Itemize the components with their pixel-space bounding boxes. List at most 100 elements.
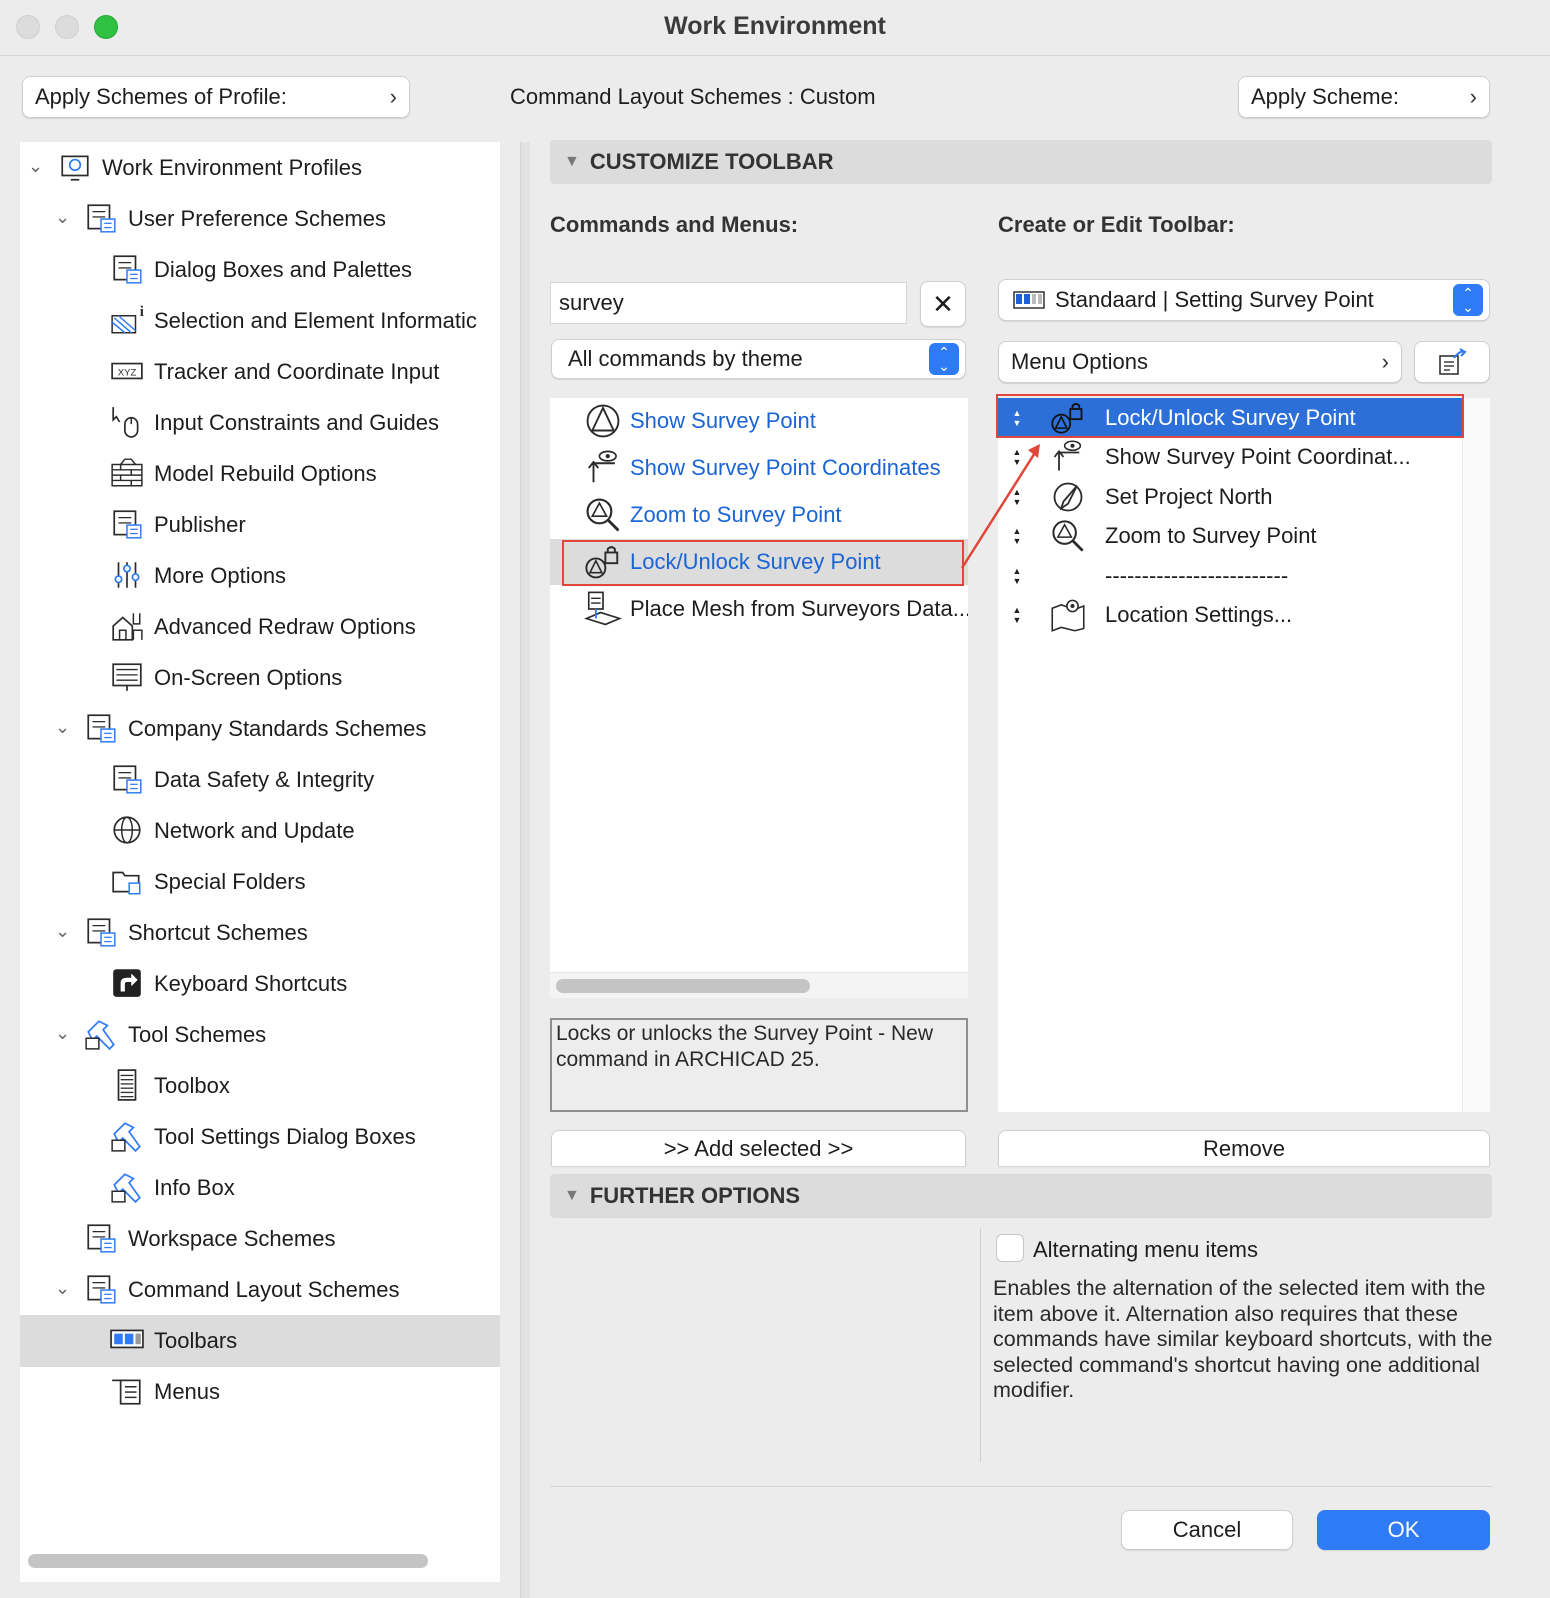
toolbar-icon <box>110 1323 144 1357</box>
add-selected-button[interactable]: >> Add selected >> <box>551 1130 966 1166</box>
command-description: Locks or unlocks the Survey Point - New … <box>550 1018 968 1112</box>
command-layout-icon <box>84 1272 118 1306</box>
menu-options-button[interactable]: Menu Options › <box>998 341 1402 383</box>
toolbar-item[interactable]: ▲ ▼ Set Project North <box>998 477 1468 517</box>
tree-item-tracker-and-coordinate-input[interactable]: XYZ Tracker and Coordinate Input <box>20 346 500 398</box>
tree-item-shortcut-schemes[interactable]: ⌄ Shortcut Schemes <box>20 907 500 959</box>
chevron-down-icon[interactable]: ⌄ <box>28 157 44 175</box>
footer-separator <box>550 1486 1492 1487</box>
tree-item-on-screen-options[interactable]: On-Screen Options <box>20 652 500 704</box>
workspace-icon <box>84 1221 118 1255</box>
tree-item-label: Work Environment Profiles <box>102 155 363 180</box>
publisher-icon <box>110 507 144 541</box>
command-item-label: Show Survey Point <box>630 408 816 433</box>
toolbar-select-value: Standaard | Setting Survey Point <box>1055 287 1374 312</box>
tree-item-label: Network and Update <box>154 818 355 843</box>
toolbar-items-list[interactable]: ▲ ▼ Lock/Unlock Survey Point ▲ ▼ Show Survey … <box>998 398 1490 1112</box>
export-icon <box>1439 348 1467 375</box>
tree-item-user-preference-schemes[interactable]: ⌄ User Preference Schemes <box>20 193 500 245</box>
tree-item-keyboard-shortcuts[interactable]: Keyboard Shortcuts <box>20 958 500 1010</box>
tree-item-label: Toolbars <box>154 1328 238 1353</box>
tree-item-more-options[interactable]: More Options <box>20 550 500 602</box>
tree-item-label: Workspace Schemes <box>128 1226 336 1251</box>
data-safety-icon <box>110 762 144 796</box>
selection-icon: i <box>110 303 144 337</box>
export-toolbar-button[interactable] <box>1414 341 1490 383</box>
toolbar-select[interactable]: Standaard | Setting Survey Point ⌃ ⌄ <box>998 279 1490 321</box>
chevron-down-icon[interactable]: ⌄ <box>55 922 71 940</box>
tree-item-data-safety-integrity[interactable]: Data Safety & Integrity <box>20 754 500 806</box>
tree-item-special-folders[interactable]: Special Folders <box>20 856 500 908</box>
further-options-header[interactable]: ▼ FURTHER OPTIONS <box>550 1174 1492 1218</box>
apply-profile-button[interactable]: Apply Schemes of Profile: › <box>22 76 410 118</box>
highlight-box-source <box>562 540 964 586</box>
theme-select[interactable]: All commands by theme ⌃ ⌄ <box>551 339 966 379</box>
tree-item-work-environment-profiles[interactable]: ⌄ Work Environment Profiles <box>20 142 500 194</box>
window-title: Work Environment <box>664 12 886 40</box>
split-divider[interactable] <box>520 142 530 1598</box>
chevron-down-icon[interactable]: ⌄ <box>55 718 71 736</box>
toolbar-item[interactable]: ▲ ▼ Show Survey Point Coordinat... <box>998 437 1468 477</box>
tree-item-toolbars[interactable]: Toolbars <box>20 1315 500 1367</box>
chevron-down-icon[interactable]: ⌄ <box>55 208 71 226</box>
tree-horizontal-scrollbar[interactable] <box>28 1554 428 1568</box>
command-item[interactable]: Show Survey Point Coordinates <box>550 445 968 491</box>
tree-item-label: Tool Schemes <box>128 1022 267 1047</box>
tree-item-label: On-Screen Options <box>154 665 343 690</box>
command-item[interactable]: Zoom to Survey Point <box>550 492 968 538</box>
ok-button[interactable]: OK <box>1317 1510 1490 1550</box>
toolbar-item[interactable]: ▲ ▼ Zoom to Survey Point <box>998 516 1468 556</box>
add-selected-label: >> Add selected >> <box>663 1135 854 1161</box>
globe-icon <box>110 813 144 847</box>
toolbar-item[interactable]: ▲ ▼ Location Settings... <box>998 595 1468 635</box>
clear-search-button[interactable]: ✕ <box>920 281 966 327</box>
apply-scheme-button[interactable]: Apply Scheme: › <box>1238 76 1490 118</box>
tree-item-label: Model Rebuild Options <box>154 461 377 486</box>
cancel-button[interactable]: Cancel <box>1121 1510 1293 1550</box>
tree-item-model-rebuild-options[interactable]: Model Rebuild Options <box>20 448 500 500</box>
svg-text:XYZ: XYZ <box>118 367 137 378</box>
tree-item-network-and-update[interactable]: Network and Update <box>20 805 500 857</box>
tree-item-selection-and-element-informatic[interactable]: i Selection and Element Informatic <box>20 295 500 347</box>
toolbar-item-label: Location Settings... <box>1105 602 1293 627</box>
chevron-down-icon[interactable]: ⌄ <box>55 1279 71 1297</box>
customize-toolbar-header[interactable]: ▼ CUSTOMIZE TOOLBAR <box>550 140 1492 184</box>
tree-item-advanced-redraw-options[interactable]: Advanced Redraw Options <box>20 601 500 653</box>
command-item[interactable]: Place Mesh from Surveyors Data... <box>550 586 968 632</box>
commands-horizontal-scrollbar[interactable] <box>556 979 810 993</box>
sliders-icon <box>110 558 144 592</box>
tree-item-label: Keyboard Shortcuts <box>154 971 348 996</box>
tree-item-info-box[interactable]: Info Box <box>20 1162 500 1214</box>
stepper-arrows-icon: ⌃ ⌄ <box>929 343 959 375</box>
tree-item-dialog-boxes-and-palettes[interactable]: Dialog Boxes and Palettes <box>20 244 500 296</box>
tree-item-tool-settings-dialog-boxes[interactable]: Tool Settings Dialog Boxes <box>20 1111 500 1163</box>
chevron-down-icon[interactable]: ⌄ <box>55 1024 71 1042</box>
reorder-handle-icon[interactable]: ▲ ▼ <box>1010 605 1024 625</box>
customize-toolbar-title: CUSTOMIZE TOOLBAR <box>589 149 834 174</box>
chevron-right-icon: › <box>389 84 397 109</box>
tree-item-label: Selection and Element Informatic <box>154 308 477 333</box>
tree-item-tool-schemes[interactable]: ⌄ Tool Schemes <box>20 1009 500 1061</box>
tree-item-workspace-schemes[interactable]: Workspace Schemes <box>20 1213 500 1265</box>
remove-button[interactable]: Remove <box>998 1130 1490 1166</box>
profile-tree[interactable]: ⌄ Work Environment Profiles ⌄ User Preferen… <box>20 142 500 1582</box>
tree-item-label: Menus <box>154 1379 221 1404</box>
tree-item-command-layout-schemes[interactable]: ⌄ Command Layout Schemes <box>20 1264 500 1316</box>
tree-item-menus[interactable]: Menus <box>20 1366 500 1418</box>
folder-icon <box>110 864 144 898</box>
toolbar-item[interactable]: ▲ ▼ ------------------------- <box>998 556 1468 596</box>
search-input[interactable]: survey <box>550 282 907 324</box>
apply-scheme-label: Apply Scheme: <box>1251 84 1399 109</box>
alternating-description: Enables the alternation of the selected … <box>993 1276 1493 1402</box>
tree-item-toolbox[interactable]: Toolbox <box>20 1060 500 1112</box>
annotation-arrow-icon <box>960 444 1040 569</box>
toolbar-item-label: Zoom to Survey Point <box>1105 523 1317 549</box>
command-item[interactable]: Show Survey Point <box>550 398 968 444</box>
tree-item-input-constraints-and-guides[interactable]: Input Constraints and Guides <box>20 397 500 449</box>
cancel-label: Cancel <box>1172 1517 1242 1542</box>
commands-list[interactable]: Show Survey Point Show Survey Point Coord… <box>550 398 968 998</box>
survey-point-icon <box>584 402 622 440</box>
alternating-checkbox[interactable] <box>996 1234 1024 1262</box>
tree-item-publisher[interactable]: Publisher <box>20 499 500 551</box>
tree-item-company-standards-schemes[interactable]: ⌄ Company Standards Schemes <box>20 703 500 755</box>
